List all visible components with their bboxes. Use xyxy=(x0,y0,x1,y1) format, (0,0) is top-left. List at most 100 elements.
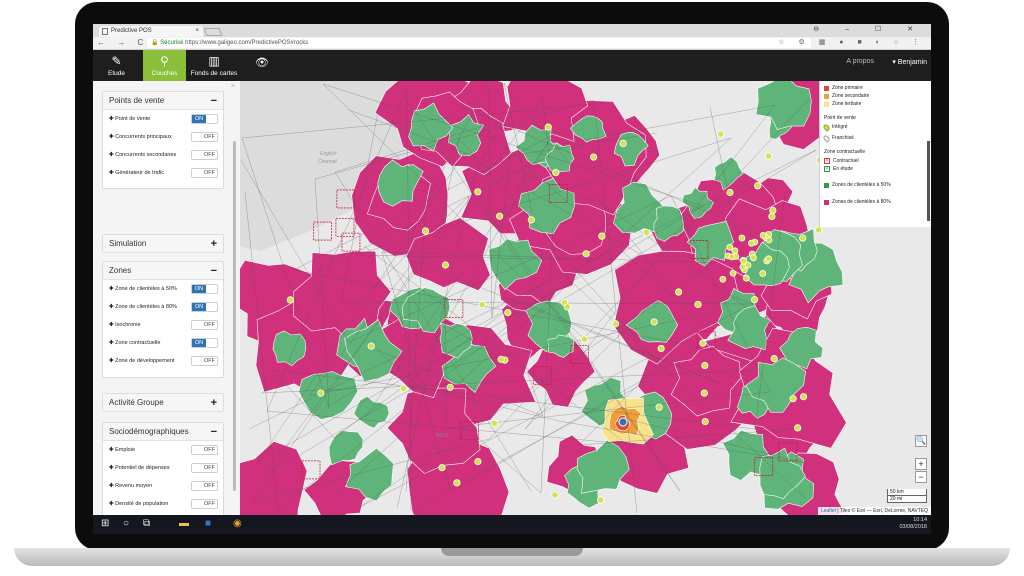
user-menu[interactable]: ▾ Benjamin xyxy=(892,58,927,66)
folder-icon[interactable]: ▬ xyxy=(179,518,189,529)
pos-pin-icon xyxy=(728,253,736,261)
tool-couches[interactable]: ⚲ Couches xyxy=(143,50,186,81)
apropos-link[interactable]: A propos xyxy=(846,58,874,65)
layer-row: ✚ Densité de population OFF xyxy=(103,495,223,513)
layer-row: ✚ Point de vente ON xyxy=(103,110,223,128)
pos-pin-icon xyxy=(769,206,777,214)
layer-toggle[interactable]: OFF xyxy=(191,168,218,178)
expand-icon[interactable]: + xyxy=(211,235,217,253)
pos-pin-icon xyxy=(474,188,482,196)
screen: Predictive POS × ⊖ – ☐ ✕ ← → C ⌂ 🔒 Sécur… xyxy=(93,24,931,534)
eye-icon[interactable]: 👁 xyxy=(255,56,269,69)
legend-label: Zones de clientèles à 80% xyxy=(832,199,891,205)
layer-toggle[interactable]: OFF xyxy=(191,320,218,330)
layer-toggle[interactable]: ON xyxy=(191,302,218,312)
sidebar-scrollbar[interactable] xyxy=(233,141,236,491)
layer-toggle[interactable]: OFF xyxy=(191,132,218,142)
layer-toggle[interactable]: OFF xyxy=(191,356,218,366)
url-field[interactable]: 🔒 Sécurisé https://www.galigeo.com/Predi… xyxy=(147,38,811,48)
panel-activite-groupe: Activité Groupe + xyxy=(102,393,224,412)
legend-item: × En étude xyxy=(824,165,931,173)
layer-row: ✚ Zone de clientèles à 50% ON xyxy=(103,280,223,298)
layer-row: ✚ Isochronie OFF xyxy=(103,316,223,334)
app-toolbar: ✎ Etude ⚲ Couches ▥ Fonds de cartes 👁 A … xyxy=(93,50,931,81)
map-icon: ▥ xyxy=(208,54,220,68)
layer-label-text: Concurrents secondaires xyxy=(115,152,177,158)
pos-pin-icon xyxy=(765,152,773,160)
layers-sidebar: × Points de vente − ✚ Point de vente ON ✚ … xyxy=(93,81,240,515)
layer-row: ✚ Concurrents principaux OFF xyxy=(103,128,223,146)
extension-icons[interactable]: ☆ ⚙ ▦ ● ■ ◐ ○ ⋮ xyxy=(778,38,925,46)
pos-pin-icon xyxy=(789,395,797,403)
url-text: https://www.galigeo.com/PredictivePOS#ro… xyxy=(185,40,309,46)
legend-label: Zone tertiaire xyxy=(832,101,862,107)
panel-header[interactable]: Sociodémographiques − xyxy=(103,423,223,441)
legend-item: Franchisé xyxy=(822,133,931,143)
tool-fonds-de-cartes[interactable]: ▥ Fonds de cartes xyxy=(189,50,239,81)
collapse-icon[interactable]: − xyxy=(211,262,217,280)
legend-section-title: Zone contractuelle xyxy=(824,149,866,155)
layer-toggle[interactable]: OFF xyxy=(191,481,218,491)
legend-label: Zones de clientèles à 50% xyxy=(832,182,891,188)
layer-toggle[interactable]: OFF xyxy=(191,499,218,509)
panel-zones: Zones − ✚ Zone de clientèles à 50% ON ✚ Zo… xyxy=(102,261,224,378)
panel-header[interactable]: Simulation + xyxy=(103,235,223,253)
close-tab-icon[interactable]: × xyxy=(195,26,199,37)
toggle-state: OFF xyxy=(204,134,215,140)
panel-header[interactable]: Activité Groupe + xyxy=(103,394,223,412)
collapse-icon[interactable]: − xyxy=(211,92,217,110)
pos-pin-icon xyxy=(747,239,755,247)
pos-pin-icon xyxy=(729,269,737,277)
layer-toggle[interactable]: OFF xyxy=(191,150,218,160)
browser-tab[interactable]: Predictive POS × xyxy=(99,26,203,37)
legend-label: Zone secondaire xyxy=(832,93,870,99)
pos-pin-icon xyxy=(726,243,734,251)
sea-label: English xyxy=(320,151,337,157)
layer-toggle[interactable]: ON xyxy=(191,284,218,294)
layer-label: ✚ Zone de clientèles à 50% xyxy=(109,286,177,292)
search-circle-icon[interactable]: ○ xyxy=(123,518,129,529)
layer-toggle[interactable]: OFF xyxy=(191,463,218,473)
expand-icon[interactable]: + xyxy=(211,394,217,412)
pos-pin-icon xyxy=(719,275,727,283)
close-icon[interactable]: × xyxy=(231,83,235,90)
layer-label-text: Potentiel de dépenses xyxy=(115,465,170,471)
study-hatch-icon: × xyxy=(824,166,830,172)
task-view-icon[interactable]: ⧉ xyxy=(143,518,150,529)
layer-toggle[interactable]: OFF xyxy=(191,445,218,455)
outlook-icon[interactable]: ■ xyxy=(205,518,211,529)
collapse-icon[interactable]: − xyxy=(211,423,217,441)
layer-toggle[interactable]: ON xyxy=(191,114,218,124)
search-icon[interactable]: 🔍 xyxy=(915,435,927,447)
legend-scrollbar[interactable] xyxy=(927,141,930,221)
layer-label-text: Isochronie xyxy=(115,322,141,328)
panel-header[interactable]: Zones − xyxy=(103,262,223,280)
color-swatch xyxy=(824,85,829,91)
pos-pin-icon xyxy=(453,479,461,487)
window-controls[interactable]: ⊖ – ☐ ✕ xyxy=(813,24,925,36)
pos-pin-icon xyxy=(759,270,767,277)
map-view[interactable]: English Channel PAYS Zone primaire Zone s… xyxy=(240,81,931,515)
layer-label-text: Concurrents principaux xyxy=(115,134,172,140)
tool-etude[interactable]: ✎ Etude xyxy=(95,50,138,81)
panel-header[interactable]: Points de vente − xyxy=(103,92,223,110)
layer-label-text: Emploie xyxy=(115,447,136,453)
pos-pin-icon xyxy=(597,496,605,504)
pos-pin-icon xyxy=(441,261,450,269)
zoom-in-button[interactable]: + xyxy=(915,458,927,470)
chrome-icon[interactable]: ◉ xyxy=(233,518,242,529)
toggle-state: OFF xyxy=(204,152,215,158)
layer-toggle[interactable]: ON xyxy=(191,338,218,348)
pos-pin-icon xyxy=(611,320,620,328)
toggle-state: OFF xyxy=(204,483,215,489)
pos-pin-icon xyxy=(496,212,504,220)
zoom-out-button[interactable]: − xyxy=(915,471,927,483)
leaflet-link[interactable]: Leaflet xyxy=(821,508,836,514)
new-tab-button[interactable] xyxy=(203,28,223,36)
pos-pin-icon xyxy=(650,318,658,326)
pos-pin-icon xyxy=(552,169,560,177)
windows-start-icon[interactable]: ⊞ xyxy=(101,518,109,529)
pos-pin-icon xyxy=(699,339,707,347)
scale-bar-km: 50 km xyxy=(887,489,927,496)
pos-pin-icon xyxy=(490,419,499,427)
